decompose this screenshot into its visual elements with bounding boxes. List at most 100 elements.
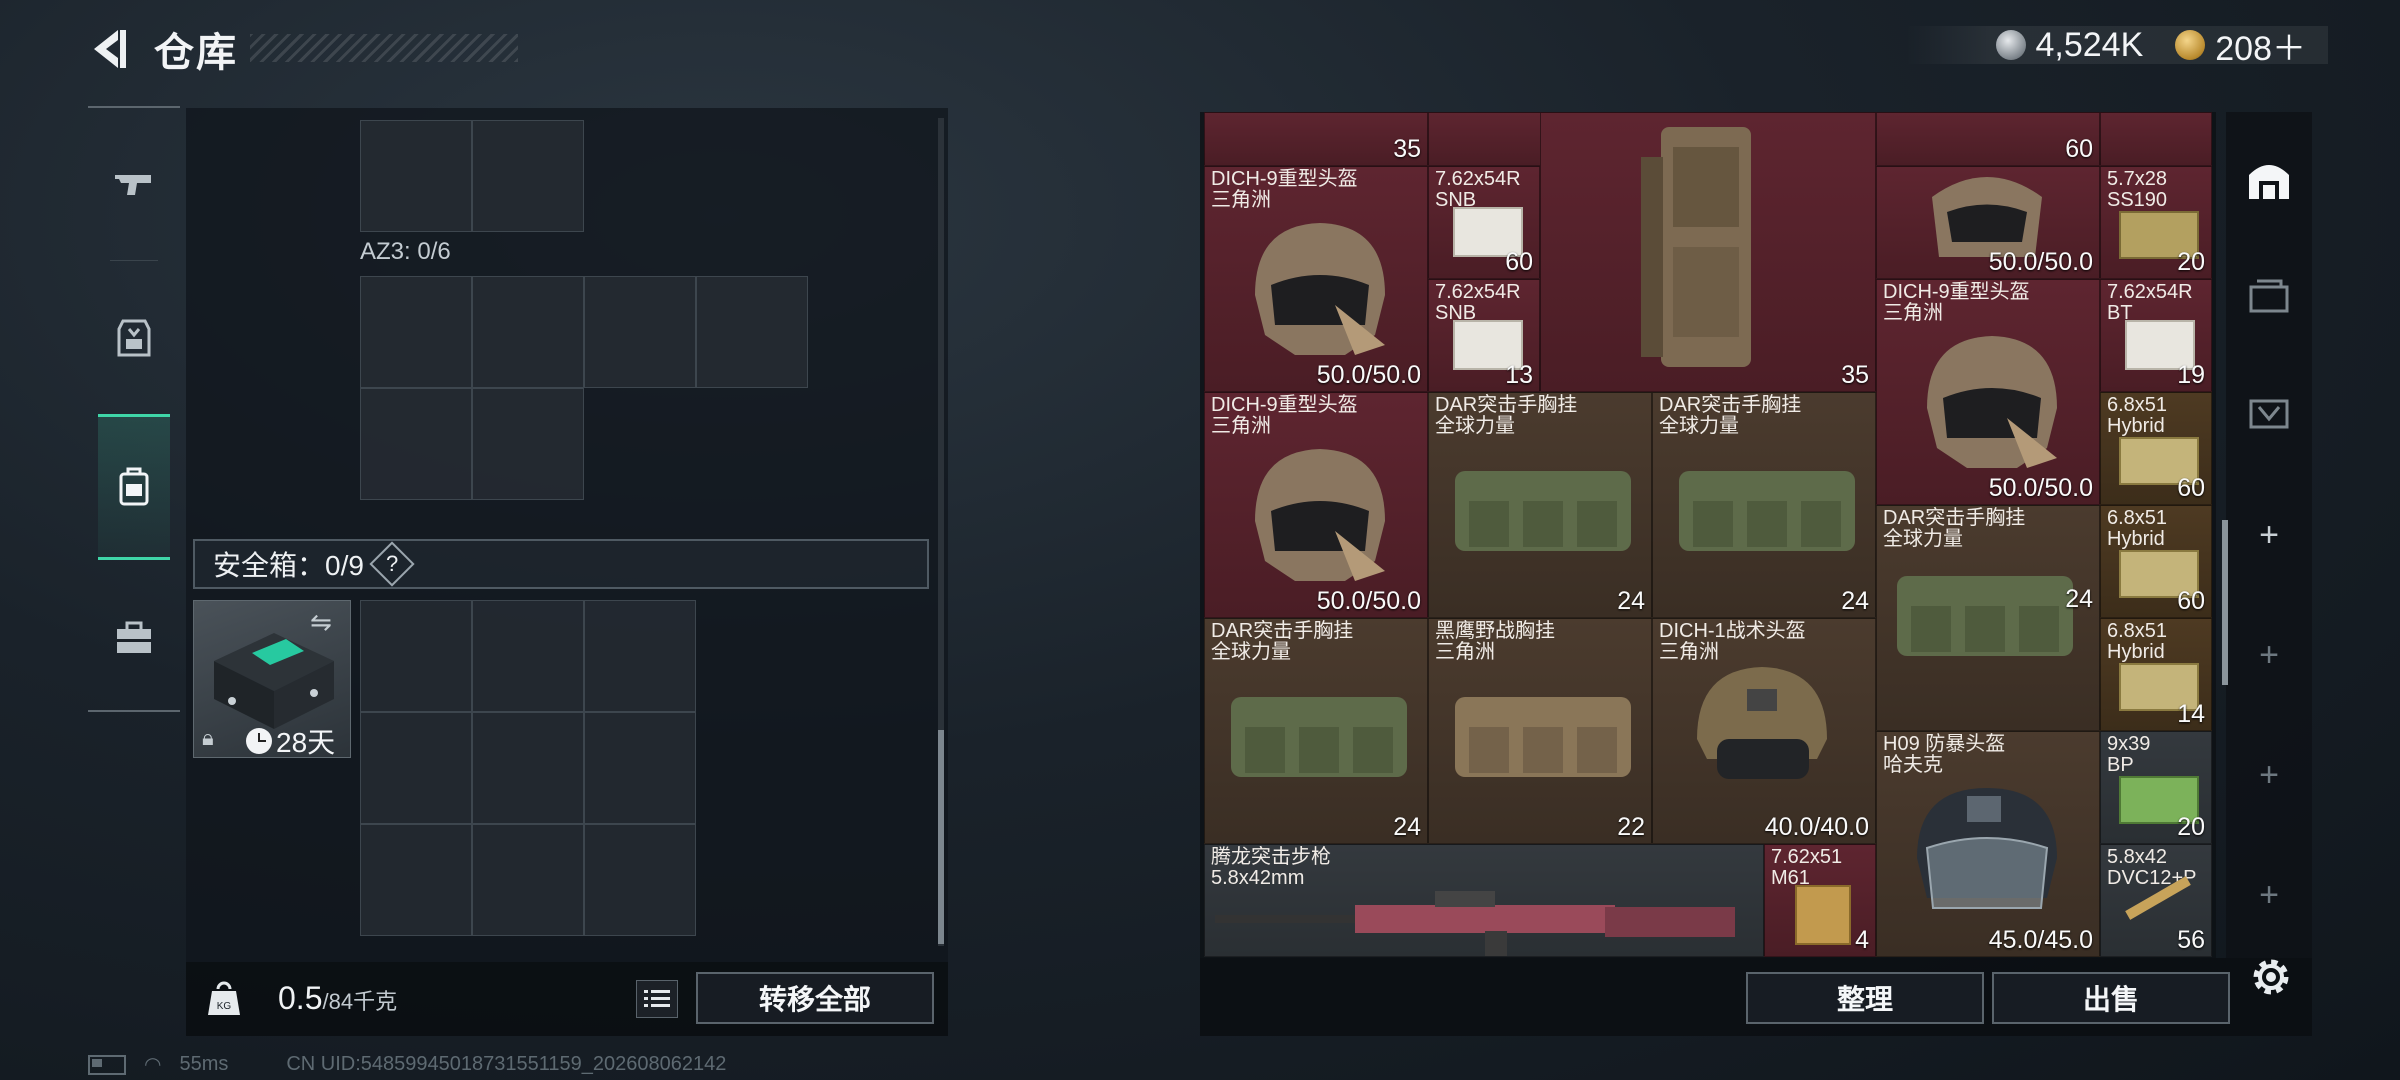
weight-capacity: /84千克	[322, 989, 398, 1014]
safebox-slot[interactable]	[584, 600, 696, 712]
back-arrow-icon	[94, 30, 126, 68]
tactical-helmet-icon	[1697, 667, 1827, 779]
currency-bar: 4,524K 208＋	[1905, 26, 2328, 68]
list-view-button[interactable]	[636, 980, 678, 1018]
chest-rig-icon	[1231, 697, 1407, 777]
safebox-slot[interactable]	[360, 824, 472, 936]
clock-icon	[246, 728, 272, 754]
az3-slot[interactable]	[472, 388, 584, 500]
rail-item-tools[interactable]	[88, 568, 180, 708]
armor-icon	[117, 319, 151, 357]
weight-badge: 35	[1841, 361, 1869, 389]
inventory-grid: 35 60 DICH-9重型头盔 三角洲 50.0/50.0 7.62x54R …	[1204, 112, 2214, 958]
battery-icon	[88, 1054, 126, 1075]
left-category-rail	[88, 106, 180, 712]
inventory-item[interactable]: 6.8x51 Hybrid 60	[2100, 505, 2212, 618]
rail-item-warehouse[interactable]	[2226, 120, 2312, 238]
title-decor	[250, 34, 518, 62]
plus-icon: +	[2259, 755, 2279, 794]
inventory-item[interactable]	[2100, 112, 2212, 166]
help-icon[interactable]: ?	[369, 541, 415, 587]
az3-slot[interactable]	[360, 276, 472, 388]
plus-icon: +	[2259, 515, 2279, 554]
inventory-item[interactable]: DAR突击手胸挂 全球力量 24	[1876, 505, 2100, 731]
chest-rig-icon	[1897, 576, 2073, 656]
inventory-item[interactable]: DICH-9重型头盔 三角洲 50.0/50.0	[1204, 392, 1428, 618]
toolbox-icon	[117, 621, 151, 653]
safebox-slot[interactable]	[584, 712, 696, 824]
inventory-item[interactable]: 7.62x54R SNB 13	[1428, 279, 1540, 392]
lock-icon: 🔒︎	[202, 725, 214, 750]
right-scrollbar-thumb[interactable]	[2222, 520, 2228, 685]
az3-slot[interactable]	[360, 388, 472, 500]
rail-item-backpack[interactable]	[98, 414, 170, 560]
add-container-button[interactable]: +	[2226, 716, 2312, 834]
inventory-item[interactable]: 50.0/50.0	[1876, 166, 2100, 279]
az3-slot[interactable]	[584, 276, 696, 388]
inventory-item[interactable]: DAR突击手胸挂 全球力量 24	[1652, 392, 1876, 618]
inventory-item[interactable]: 7.62x54R SNB 60	[1428, 166, 1540, 279]
rail-item-gear-crate[interactable]	[2226, 352, 2312, 470]
weapon-crate-icon	[2249, 279, 2289, 313]
add-container-button[interactable]: +	[2226, 476, 2312, 594]
safebox-header: 安全箱：0/9 ?	[193, 539, 929, 589]
page-title: 仓库	[154, 31, 238, 75]
weight-display: 0.5/84千克	[278, 980, 397, 1017]
inventory-item[interactable]: H09 防暴头盔 哈夫克 45.0/45.0	[1876, 731, 2100, 957]
transfer-all-button[interactable]: 转移全部	[696, 972, 934, 1024]
inventory-item[interactable]: 7.62x54R BT 19	[2100, 279, 2212, 392]
az3-label: AZ3: 0/6	[360, 238, 451, 265]
container-slot[interactable]	[360, 120, 472, 232]
safebox-slot[interactable]	[584, 824, 696, 936]
inventory-item[interactable]: 腾龙突击步枪 5.8x42mm	[1204, 844, 1764, 957]
safebox-slot[interactable]	[472, 824, 584, 936]
inventory-item[interactable]: 35	[1540, 112, 1876, 392]
rail-item-weapon-crate[interactable]	[2226, 236, 2312, 354]
add-container-button[interactable]: +	[2226, 596, 2312, 714]
back-button[interactable]	[84, 24, 134, 74]
inventory-item[interactable]: 5.8x42 DVC12+P 56	[2100, 844, 2212, 957]
inventory-item[interactable]: 6.8x51 Hybrid 60	[2100, 392, 2212, 505]
plus-icon: +	[2259, 635, 2279, 674]
inventory-item[interactable]: 35	[1204, 112, 1428, 166]
inventory-item[interactable]: DICH-9重型头盔 三角洲 50.0/50.0	[1204, 166, 1428, 392]
az3-slot[interactable]	[696, 276, 808, 388]
helmet-icon	[1255, 449, 1385, 581]
inventory-item[interactable]: 5.7x28 SS190 20	[2100, 166, 2212, 279]
inventory-item[interactable]: DICH-9重型头盔 三角洲 50.0/50.0	[1876, 279, 2100, 505]
helmet-icon	[1927, 336, 2057, 468]
inventory-item[interactable]: DAR突击手胸挂 全球力量 24	[1204, 618, 1428, 844]
inventory-item[interactable]: 6.8x51 Hybrid 14	[2100, 618, 2212, 731]
inventory-item[interactable]: 60	[1876, 112, 2100, 166]
sort-button[interactable]: 整理	[1746, 972, 1984, 1024]
rail-item-weapons[interactable]	[88, 114, 180, 254]
helmet-icon	[1255, 223, 1385, 355]
safebox-slot[interactable]	[472, 712, 584, 824]
left-scrollbar-thumb[interactable]	[938, 730, 944, 944]
gold-amount[interactable]: 208＋	[2215, 21, 2306, 70]
sell-button[interactable]: 出售	[1992, 972, 2230, 1024]
inventory-item[interactable]: DICH-1战术头盔 三角洲 40.0/40.0	[1652, 618, 1876, 844]
ammo-box-icon	[1795, 885, 1851, 945]
safebox-item[interactable]: ⇋ 🔒︎ 28天	[193, 600, 351, 758]
add-container-button[interactable]: +	[2226, 836, 2312, 954]
chest-rig-icon	[1679, 471, 1855, 551]
rail-item-armor[interactable]	[88, 268, 180, 408]
safebox-slot[interactable]	[472, 600, 584, 712]
settings-button[interactable]	[2246, 952, 2296, 1002]
swap-icon[interactable]: ⇋	[310, 607, 332, 638]
inventory-item[interactable]: 黑鹰野战胸挂 三角洲 22	[1428, 618, 1652, 844]
inventory-item[interactable]: 7.62x51 M61 4	[1764, 844, 1876, 957]
gun-icon	[115, 175, 151, 195]
az3-slot[interactable]	[472, 276, 584, 388]
plus-icon: +	[2259, 875, 2279, 914]
inventory-item[interactable]: 9x39 BP 20	[2100, 731, 2212, 844]
safebox-slot[interactable]	[360, 712, 472, 824]
ping-text: 55ms	[179, 1053, 229, 1075]
svg-text:KG: KG	[217, 1001, 232, 1012]
weight-value: 0.5	[278, 980, 323, 1016]
safebox-slot[interactable]	[360, 600, 472, 712]
silver-coin-icon	[1995, 30, 2026, 60]
inventory-item[interactable]: DAR突击手胸挂 全球力量 24	[1428, 392, 1652, 618]
container-slot[interactable]	[472, 120, 584, 232]
